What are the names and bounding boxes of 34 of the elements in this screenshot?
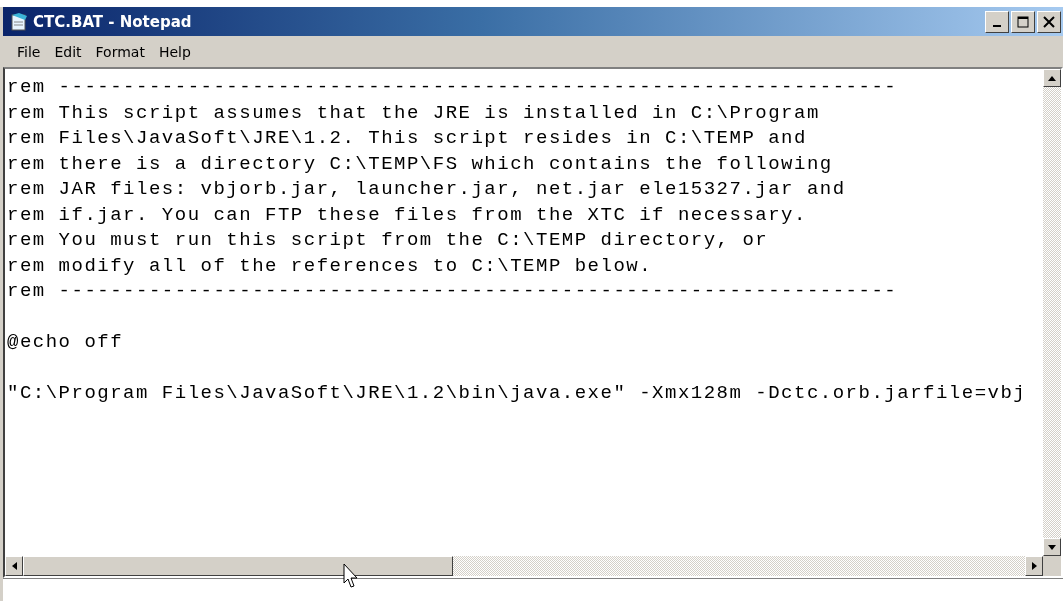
text-line: rem ----------------------------------------------------------------- <box>7 75 899 100</box>
menu-item[interactable]: Edit <box>48 41 88 62</box>
right-arrow-icon <box>1031 562 1037 570</box>
text-line: rem You must run this script from the C:\TEMP directory, or <box>7 228 770 253</box>
text-line: rem Files\JavaSoft\JRE\1.2. This script resides in C:\TEMP and <box>7 126 808 151</box>
window-title: CTC.BAT - Notepad <box>33 12 193 31</box>
maximize-button[interactable] <box>1011 10 1035 33</box>
text-line: @echo off <box>7 330 125 355</box>
menu-item[interactable]: Help <box>152 41 197 62</box>
scroll-right-button[interactable] <box>1025 556 1043 576</box>
text-line: rem there is a directory C:\TEMP\FS which contains the following <box>7 151 834 177</box>
notepad-icon <box>9 11 29 32</box>
minimize-button[interactable] <box>985 10 1009 33</box>
close-icon <box>1043 15 1055 28</box>
menu-item[interactable]: Format <box>89 41 151 62</box>
down-arrow-icon <box>1048 544 1056 550</box>
scroll-left-button[interactable] <box>5 556 23 576</box>
resize-grip[interactable] <box>1043 556 1061 576</box>
text-line: rem JAR files: vbjorb.jar, launcher.jar, net.jar ele15327.jar and <box>7 177 847 202</box>
text-line: rem ----------------------------------------------------------------- <box>7 279 899 304</box>
minimize-icon <box>993 24 1001 27</box>
text-line: rem modify all of the references to C:\TEMP below. <box>7 253 654 279</box>
vertical-scrollbar[interactable] <box>1043 69 1061 556</box>
maximize-icon <box>1017 15 1029 28</box>
left-arrow-icon <box>11 562 17 570</box>
close-button[interactable] <box>1037 10 1061 33</box>
up-arrow-icon <box>1048 75 1056 81</box>
scroll-down-button[interactable] <box>1043 538 1061 556</box>
text-line: "C:\Program Files\JavaSoft\JRE\1.2\bin\java.exe" -Xmx128m -Dctc.orb.jarfile=vbj <box>7 381 1028 406</box>
scroll-up-button[interactable] <box>1043 69 1061 87</box>
text-line: rem This script assumes that the JRE is installed in C:\Program <box>7 100 821 126</box>
scrollbar-thumb[interactable] <box>23 556 453 576</box>
text-line: rem if.jar. You can FTP these files from the XTC if necessary. <box>7 202 808 228</box>
menu-item[interactable]: File <box>11 41 47 62</box>
